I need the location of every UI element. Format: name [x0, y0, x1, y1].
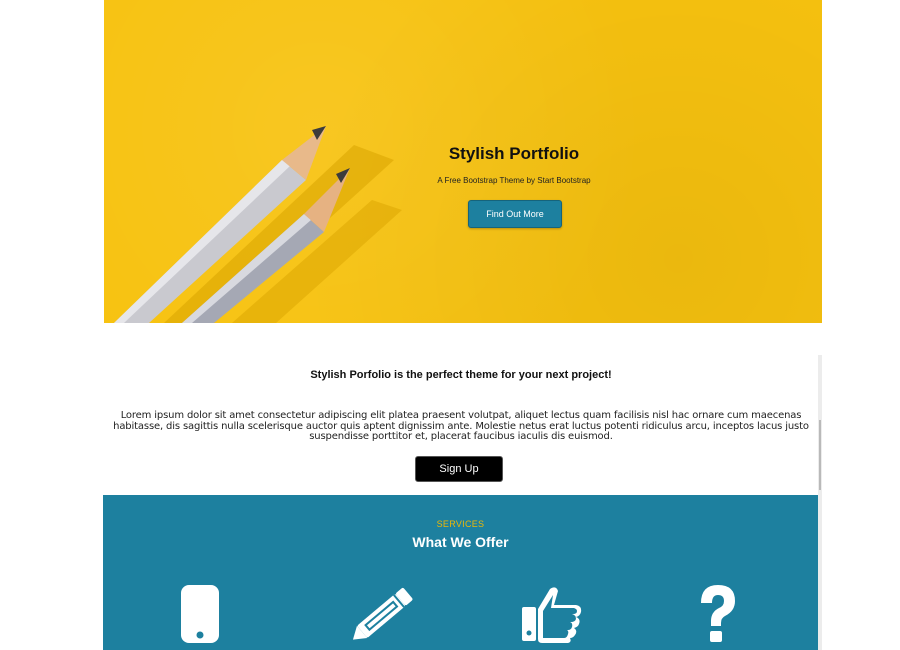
page: Stylish Portfolio A Free Bootstrap Theme… [0, 0, 900, 650]
scrollbar-track[interactable] [818, 355, 822, 650]
find-out-more-button[interactable]: Find Out More [468, 200, 562, 228]
mobile-phone-icon [165, 583, 235, 645]
services-heading: What We Offer [412, 534, 509, 550]
services-eyebrow: SERVICES [436, 519, 485, 529]
about-section: Stylish Porfolio is the perfect theme fo… [104, 355, 818, 495]
question-mark-icon [683, 583, 753, 645]
sign-up-button[interactable]: Sign Up [415, 456, 503, 482]
hero-section: Stylish Portfolio A Free Bootstrap Theme… [104, 0, 822, 323]
hero-title: Stylish Portfolio [448, 144, 580, 163]
thumbs-up-icon [516, 583, 586, 645]
about-heading: Stylish Porfolio is the perfect theme fo… [310, 369, 612, 381]
services-section: SERVICES What We Offer [103, 495, 818, 650]
hero-subtitle: A Free Bootstrap Theme by Start Bootstra… [437, 176, 591, 185]
scrollbar-thumb[interactable] [819, 420, 821, 490]
pencil-icon [350, 583, 420, 645]
about-text: Lorem ipsum dolor sit amet consectetur a… [113, 410, 809, 442]
